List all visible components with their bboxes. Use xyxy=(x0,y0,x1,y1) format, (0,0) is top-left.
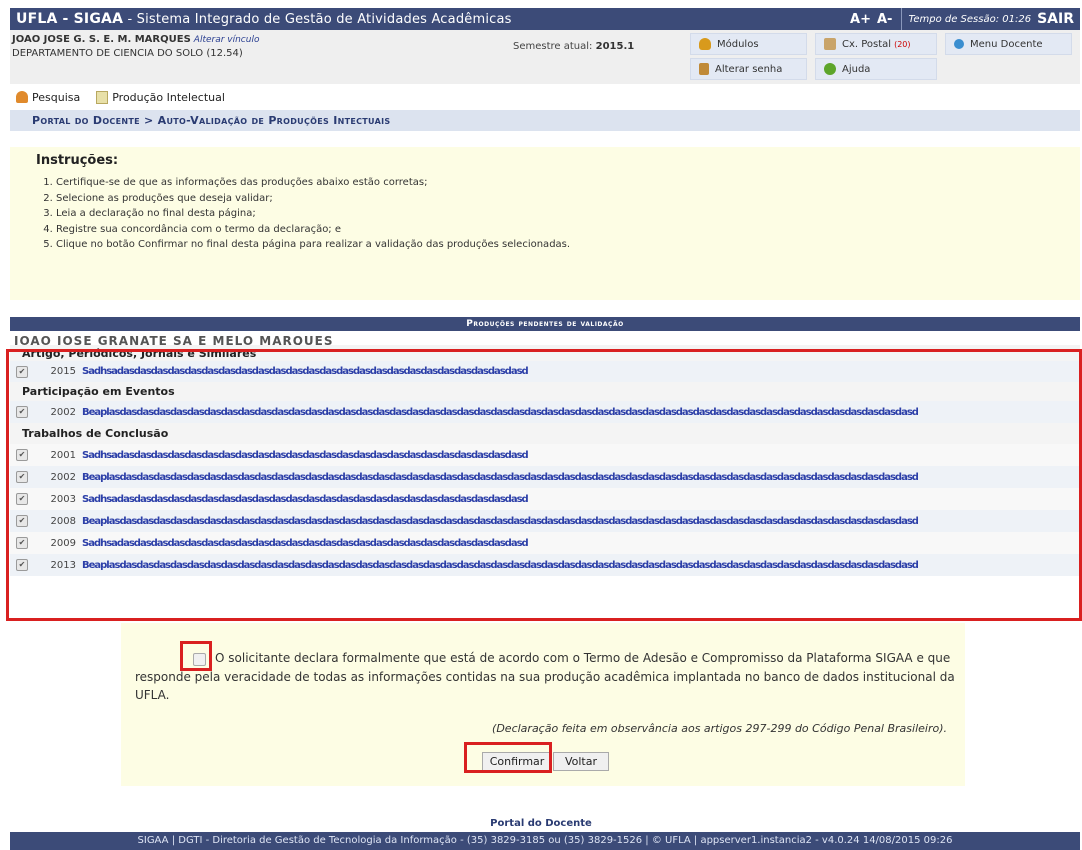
modules-icon xyxy=(699,38,711,50)
app-short-name: UFLA - SIGAA xyxy=(16,11,124,27)
change-password-button[interactable]: Alterar senha xyxy=(690,58,807,80)
footer: SIGAA | DGTI - Diretoria de Gestão de Te… xyxy=(10,832,1080,850)
declaration-box: O solicitante declara formalmente que es… xyxy=(121,623,965,786)
section-theses: Trabalhos de Conclusão xyxy=(10,423,1080,444)
app-title: UFLA - SIGAA - Sistema Integrado de Gest… xyxy=(10,11,512,27)
search-label: Pesquisa xyxy=(32,90,81,104)
production-checkbox[interactable]: ✔ xyxy=(16,493,28,505)
production-checkbox[interactable]: ✔ xyxy=(16,406,28,418)
production-checkbox[interactable]: ✔ xyxy=(16,559,28,571)
mailbox-count: (20) xyxy=(894,39,911,49)
instructions-title: Instruções: xyxy=(36,153,119,168)
production-row: ✔ 2002 Beaplasdasdasdasdasdasdasdasdasda… xyxy=(10,401,1080,423)
document-icon xyxy=(96,90,109,104)
app-long-name: Sistema Integrado de Gestão de Atividade… xyxy=(136,12,512,27)
production-checkbox[interactable]: ✔ xyxy=(16,537,28,549)
back-button[interactable]: Voltar xyxy=(553,752,609,771)
breadcrumb-text: Portal do Docente > Auto-Validação de Pr… xyxy=(32,114,391,127)
production-row: ✔ 2001 Sadhsadasdasdasdasdasdasdasdasdas… xyxy=(10,444,1080,466)
production-description[interactable]: Beaplasdasdasdasdasdasdasdasdasdasdasdas… xyxy=(82,516,918,527)
instructions-list: Certifique-se de que as informações das … xyxy=(38,175,570,253)
production-description[interactable]: Sadhsadasdasdasdasdasdasdasdasdasdasdasd… xyxy=(82,538,528,549)
production-description[interactable]: Beaplasdasdasdasdasdasdasdasdasdasdasdas… xyxy=(82,407,918,418)
productions-list: Artigo, Periódicos, Jornais e Similares … xyxy=(10,345,1080,576)
search-icon xyxy=(16,91,28,103)
production-menu[interactable]: Produção Intelectual xyxy=(96,90,225,104)
mailbox-icon xyxy=(824,38,836,50)
mailbox-label: Cx. Postal xyxy=(842,38,892,50)
key-icon xyxy=(699,63,709,75)
production-year: 2002 xyxy=(50,406,76,418)
change-link[interactable]: Alterar vínculo xyxy=(194,35,260,45)
production-year: 2015 xyxy=(50,366,76,377)
breadcrumb: Portal do Docente > Auto-Validação de Pr… xyxy=(10,110,1080,131)
production-description[interactable]: Sadhsadasdasdasdasdasdasdasdasdasdasdasd… xyxy=(82,450,528,461)
logout-button[interactable]: SAIR xyxy=(1031,11,1080,27)
production-year: 2003 xyxy=(50,493,76,505)
instruction-item: Clique no botão Confirmar no final desta… xyxy=(56,237,570,253)
teacher-menu-button[interactable]: Menu Docente xyxy=(945,33,1072,55)
production-row: ✔ 2002 Beaplasdasdasdasdasdasdasdasdasda… xyxy=(10,466,1080,488)
production-row: ✔ 2003 Sadhsadasdasdasdasdasdasdasdasdas… xyxy=(10,488,1080,510)
production-row: ✔ 2008 Beaplasdasdasdasdasdasdasdasdasda… xyxy=(10,510,1080,532)
mailbox-button[interactable]: Cx. Postal (20) xyxy=(815,33,937,55)
production-description[interactable]: Beaplasdasdasdasdasdasdasdasdasdasdasdas… xyxy=(82,560,918,571)
help-label: Ajuda xyxy=(842,63,871,75)
session-timer: Tempo de Sessão: 01:26 xyxy=(901,8,1031,30)
instruction-item: Registre sua concordância com o termo da… xyxy=(56,222,570,238)
production-label: Produção Intelectual xyxy=(112,90,225,104)
modules-button[interactable]: Módulos xyxy=(690,33,807,55)
production-year: 2002 xyxy=(50,471,76,483)
user-name-text: JOAO JOSE G. S. E. M. MARQUES xyxy=(12,34,191,45)
toolbar: Pesquisa Produção Intelectual xyxy=(10,88,1080,106)
production-year: 2008 xyxy=(50,515,76,527)
user-name: JOAO JOSE G. S. E. M. MARQUES Alterar vín… xyxy=(12,34,259,45)
production-checkbox[interactable]: ✔ xyxy=(16,365,28,378)
teacher-menu-label: Menu Docente xyxy=(970,38,1043,50)
production-row: ✔ 2009 Sadhsadasdasdasdasdasdasdasdasdas… xyxy=(10,532,1080,554)
owner-name: JOAO JOSE GRANATE SA E MELO MARQUES xyxy=(14,334,334,345)
productions-owner: JOAO JOSE GRANATE SA E MELO MARQUES xyxy=(10,331,1080,345)
search-menu[interactable]: Pesquisa xyxy=(16,91,80,104)
production-year: 2013 xyxy=(50,559,76,571)
production-row: ✔ 2015 Sadhsadasdasdasdasdasdasdasdasdas… xyxy=(10,361,1080,382)
user-info-area: JOAO JOSE G. S. E. M. MARQUES Alterar vín… xyxy=(10,30,1080,84)
help-button[interactable]: Ajuda xyxy=(815,58,937,80)
production-row: ✔ 2013 Beaplasdasdasdasdasdasdasdasdasda… xyxy=(10,554,1080,576)
semester-value: 2015.1 xyxy=(595,41,635,52)
modules-label: Módulos xyxy=(717,38,759,50)
instructions-box: Instruções: Certifique-se de que as info… xyxy=(10,147,1080,300)
help-icon xyxy=(824,63,836,75)
production-description[interactable]: Sadhsadasdasdasdasdasdasdasdasdasdasdasd… xyxy=(82,494,528,505)
current-semester: Semestre atual: 2015.1 xyxy=(513,41,634,52)
footer-portal-link[interactable]: Portal do Docente xyxy=(0,818,1082,829)
declaration-note: (Declaração feita em observância aos art… xyxy=(492,722,947,735)
semester-label: Semestre atual: xyxy=(513,41,593,52)
department: DEPARTAMENTO DE CIENCIA DO SOLO (12.54) xyxy=(12,48,243,59)
section-articles: Artigo, Periódicos, Jornais e Similares xyxy=(10,345,1080,361)
productions-header: Produções pendentes de validação xyxy=(10,317,1080,331)
font-decrease-button[interactable]: A- xyxy=(874,12,895,27)
instruction-item: Selecione as produções que deseja valida… xyxy=(56,191,570,207)
instruction-item: Certifique-se de que as informações das … xyxy=(56,175,570,191)
menu-icon xyxy=(954,39,964,49)
declaration-text: O solicitante declara formalmente que es… xyxy=(135,651,955,702)
top-bar: UFLA - SIGAA - Sistema Integrado de Gest… xyxy=(10,8,1080,30)
change-password-label: Alterar senha xyxy=(715,63,783,75)
instruction-item: Leia a declaração no final desta página; xyxy=(56,206,570,222)
production-description[interactable]: Sadhsadasdasdasdasdasdasdasdasdasdasdasd… xyxy=(82,366,528,377)
app-title-separator: - xyxy=(123,12,137,27)
production-year: 2009 xyxy=(50,537,76,549)
font-increase-button[interactable]: A+ xyxy=(847,12,874,27)
production-description[interactable]: Beaplasdasdasdasdasdasdasdasdasdasdasdas… xyxy=(82,472,918,483)
production-checkbox[interactable]: ✔ xyxy=(16,471,28,483)
confirm-button[interactable]: Confirmar xyxy=(482,752,552,771)
production-checkbox[interactable]: ✔ xyxy=(16,449,28,461)
production-checkbox[interactable]: ✔ xyxy=(16,515,28,527)
production-year: 2001 xyxy=(50,449,76,461)
section-events: Participação em Eventos xyxy=(10,382,1080,401)
